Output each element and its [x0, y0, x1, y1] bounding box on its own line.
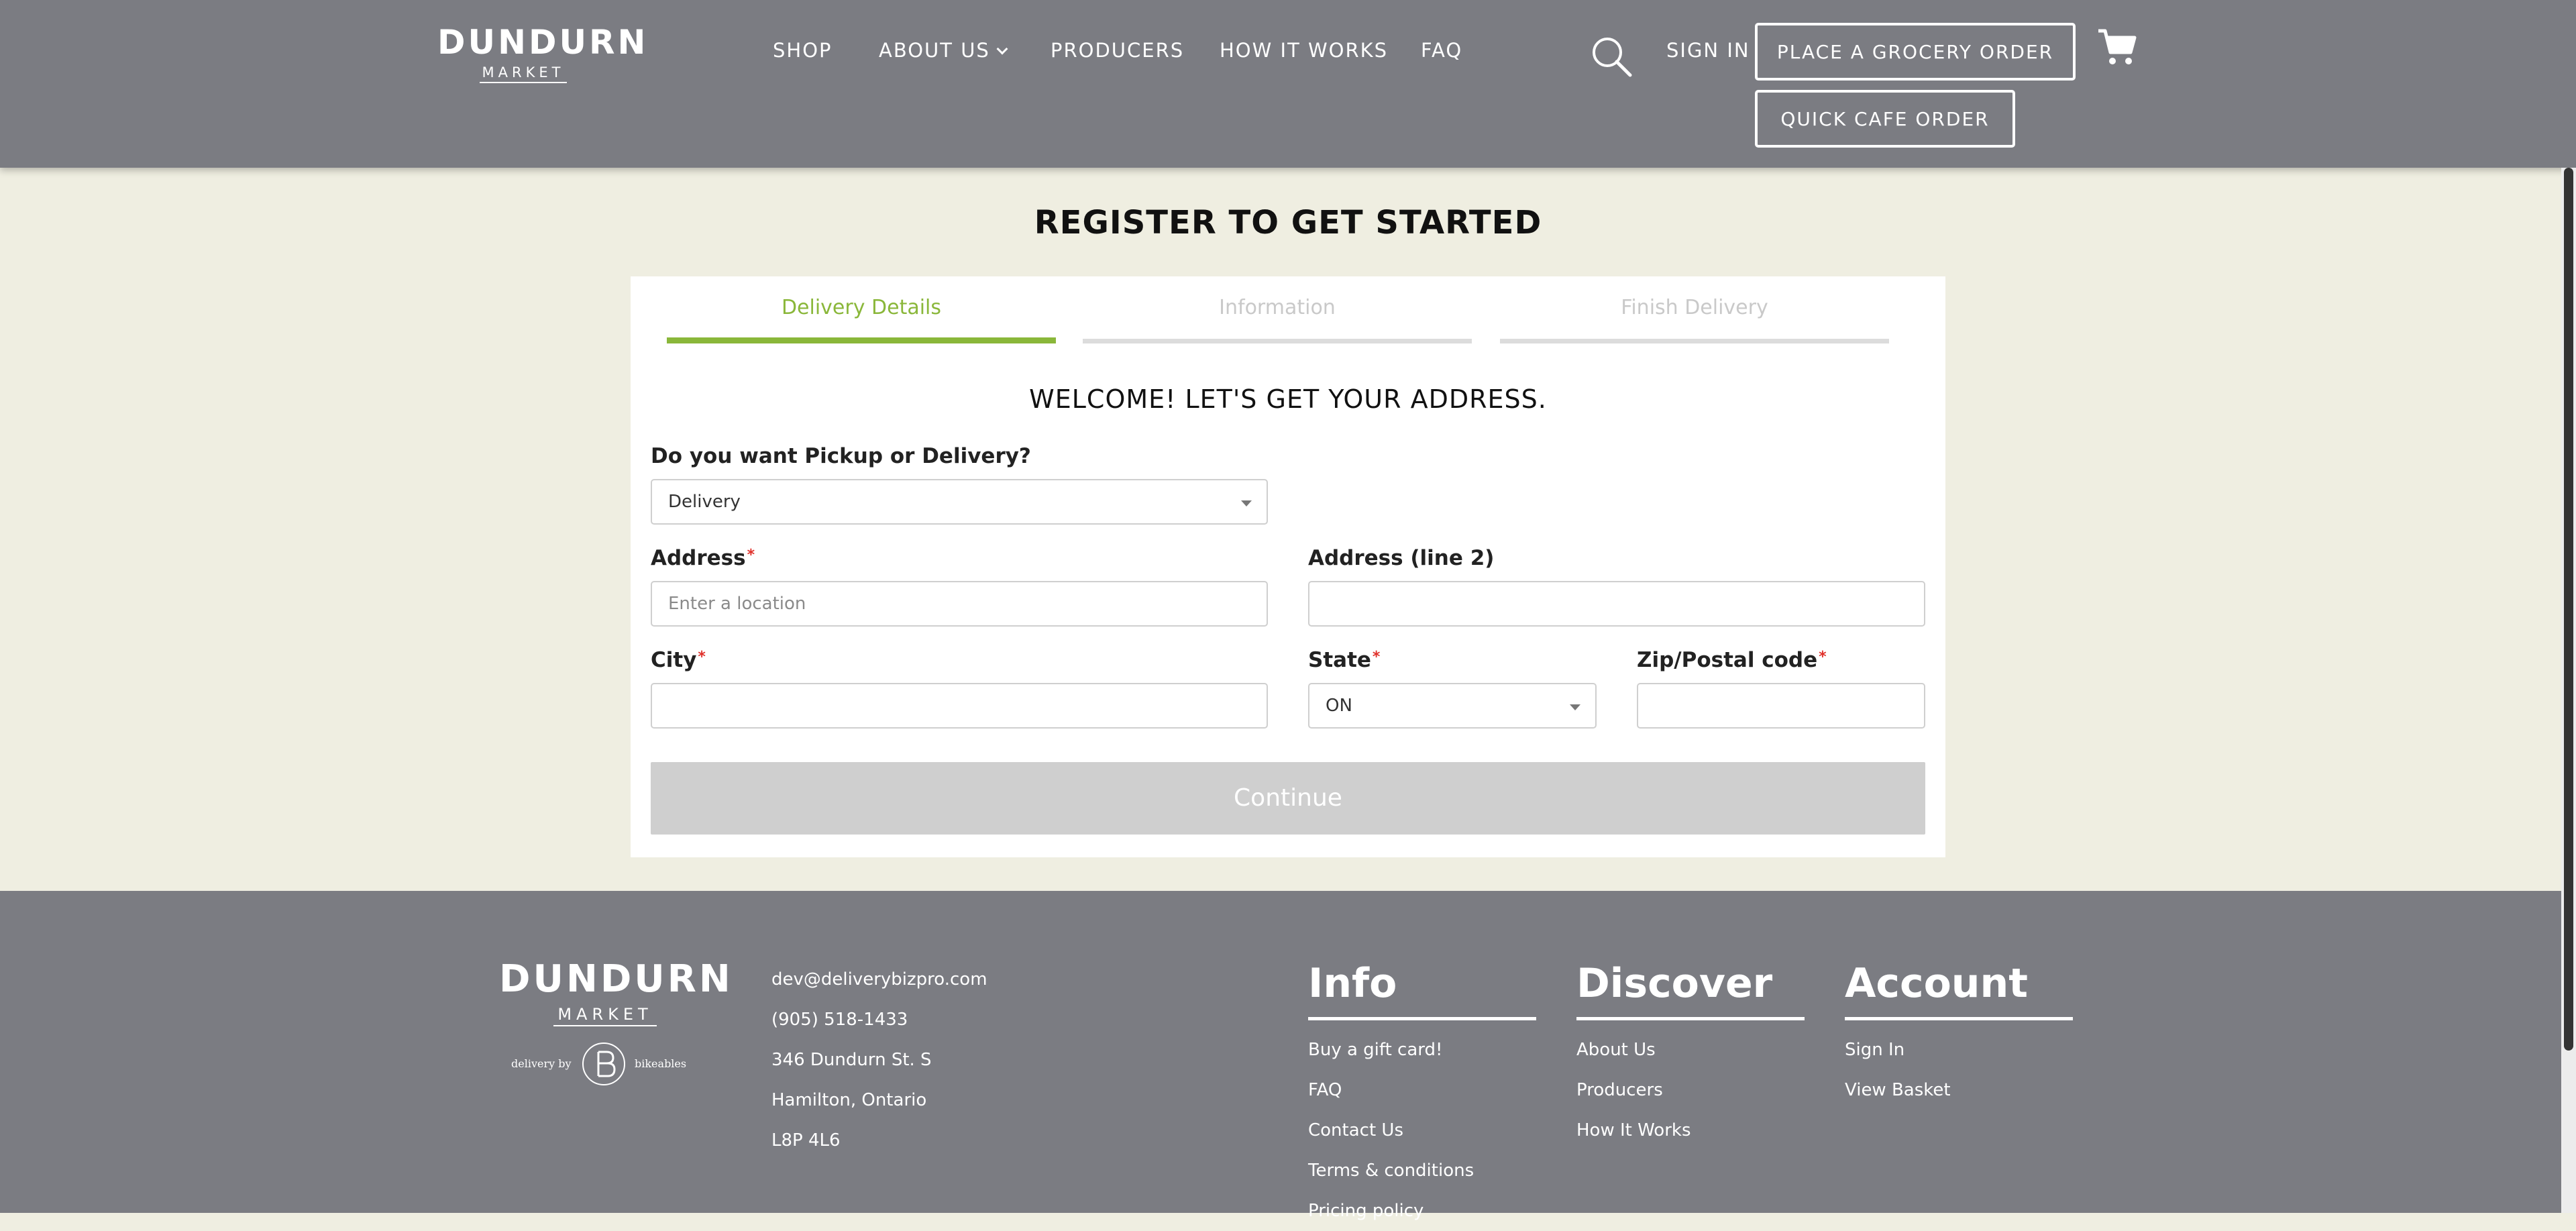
step-label: Information	[1219, 296, 1336, 319]
contact-email[interactable]: dev@deliverybizpro.com	[771, 959, 987, 1000]
contact-street: 346 Dundurn St. S	[771, 1050, 932, 1070]
zip-label-text: Zip/Postal code	[1637, 648, 1818, 672]
address-line2-input[interactable]	[1308, 581, 1925, 627]
quick-cafe-order-button[interactable]: QUICK CAFE ORDER	[1755, 90, 2015, 148]
chevron-down-icon	[996, 43, 1008, 55]
step-progress-bar	[667, 337, 1056, 343]
footer-link-pricing-policy[interactable]: Pricing policy	[1308, 1191, 1536, 1231]
sign-in-link[interactable]: SIGN IN	[1666, 37, 1750, 64]
step-progress-bar	[1500, 339, 1889, 343]
footer-link-faq[interactable]: FAQ	[1308, 1070, 1536, 1110]
footer-link-contact-us[interactable]: Contact Us	[1308, 1110, 1536, 1150]
footer-contact: dev@deliverybizpro.com (905) 518-1433 34…	[771, 959, 987, 1161]
city-label: City*	[651, 645, 706, 675]
logo-brand: DUNDURN	[437, 23, 649, 62]
nav-shop[interactable]: SHOP	[773, 37, 833, 64]
city-label-text: City	[651, 648, 697, 672]
footer-col-account: Account Sign In View Basket	[1845, 957, 2073, 1110]
required-marker: *	[698, 649, 706, 665]
zip-input[interactable]	[1637, 683, 1925, 729]
delivery-by-badge: delivery by bikeables	[511, 1041, 699, 1089]
footer-link-producers[interactable]: Producers	[1576, 1070, 1805, 1110]
footer-col-discover: Discover About Us Producers How It Works	[1576, 957, 1805, 1150]
city-input[interactable]	[651, 683, 1268, 729]
site-logo[interactable]: DUNDURN MARKET	[437, 23, 649, 83]
chevron-down-icon	[1570, 704, 1580, 710]
required-marker: *	[747, 547, 755, 564]
contact-city: Hamilton, Ontario	[771, 1090, 927, 1110]
state-select[interactable]: ON	[1308, 683, 1597, 729]
zip-label: Zip/Postal code*	[1637, 645, 1827, 675]
required-marker: *	[1372, 649, 1381, 665]
footer-link-sign-in[interactable]: Sign In	[1845, 1030, 2073, 1070]
bikeables-logo-icon	[582, 1042, 625, 1085]
site-header: DUNDURN MARKET SHOP ABOUT US PRODUCERS H…	[0, 0, 2576, 168]
search-icon[interactable]	[1590, 35, 1633, 78]
continue-button[interactable]: Continue	[651, 762, 1925, 835]
page-title: REGISTER TO GET STARTED	[1034, 204, 1542, 242]
step-progress-bar	[1083, 339, 1472, 343]
state-label-text: State	[1308, 648, 1371, 672]
delivery-by-text: delivery by	[511, 1057, 572, 1070]
footer-link-terms[interactable]: Terms & conditions	[1308, 1150, 1536, 1191]
footer-col-info: Info Buy a gift card! FAQ Contact Us Ter…	[1308, 957, 1536, 1231]
logo-sub: MARKET	[479, 66, 568, 83]
address-label: Address*	[651, 543, 755, 573]
state-value: ON	[1326, 696, 1352, 716]
step-information: Information	[1083, 291, 1472, 345]
contact-postal: L8P 4L6	[771, 1130, 841, 1150]
footer-link-view-basket[interactable]: View Basket	[1845, 1070, 2073, 1110]
registration-card: Delivery Details Information Finish Deli…	[631, 276, 1945, 857]
footer-logo[interactable]: DUNDURN MARKET	[499, 957, 733, 1026]
welcome-heading: WELCOME! LET'S GET YOUR ADDRESS.	[1029, 384, 1547, 414]
step-finish-delivery: Finish Delivery	[1500, 291, 1889, 345]
address-line2-label: Address (line 2)	[1308, 546, 1495, 570]
footer-col-title: Account	[1845, 957, 2073, 1020]
pickup-delivery-value: Delivery	[668, 492, 741, 512]
contact-phone[interactable]: (905) 518-1433	[771, 1000, 987, 1040]
site-footer: DUNDURN MARKET delivery by bikeables dev…	[0, 891, 2576, 1221]
step-delivery-details: Delivery Details	[667, 291, 1056, 345]
footer-link-gift-card[interactable]: Buy a gift card!	[1308, 1030, 1536, 1070]
partner-name: bikeables	[635, 1057, 687, 1070]
pickup-delivery-label: Do you want Pickup or Delivery?	[651, 444, 1031, 468]
pickup-delivery-select[interactable]: Delivery	[651, 479, 1268, 525]
required-marker: *	[1819, 649, 1827, 665]
nav-how-it-works[interactable]: HOW IT WORKS	[1220, 37, 1388, 64]
nav-about-us-label: ABOUT US	[879, 39, 990, 62]
step-label: Finish Delivery	[1621, 296, 1768, 319]
footer-link-about-us[interactable]: About Us	[1576, 1030, 1805, 1070]
nav-about-us[interactable]: ABOUT US	[879, 37, 1008, 64]
cart-icon[interactable]	[2096, 25, 2139, 68]
chevron-down-icon	[1241, 500, 1252, 506]
state-label: State*	[1308, 645, 1380, 675]
nav-producers[interactable]: PRODUCERS	[1051, 37, 1184, 64]
footer-logo-brand: DUNDURN	[499, 957, 733, 1001]
page-scrollbar[interactable]	[2561, 168, 2576, 1213]
scrollbar-thumb[interactable]	[2564, 168, 2573, 1051]
step-label: Delivery Details	[781, 296, 942, 319]
nav-faq[interactable]: FAQ	[1421, 37, 1462, 64]
address-input[interactable]: Enter a location	[651, 581, 1268, 627]
address-label-text: Address	[651, 546, 746, 570]
footer-col-title: Discover	[1576, 957, 1805, 1020]
place-grocery-order-button[interactable]: PLACE A GROCERY ORDER	[1755, 23, 2076, 81]
footer-link-how-it-works[interactable]: How It Works	[1576, 1110, 1805, 1150]
footer-col-title: Info	[1308, 957, 1536, 1020]
footer-logo-sub: MARKET	[553, 1006, 657, 1026]
